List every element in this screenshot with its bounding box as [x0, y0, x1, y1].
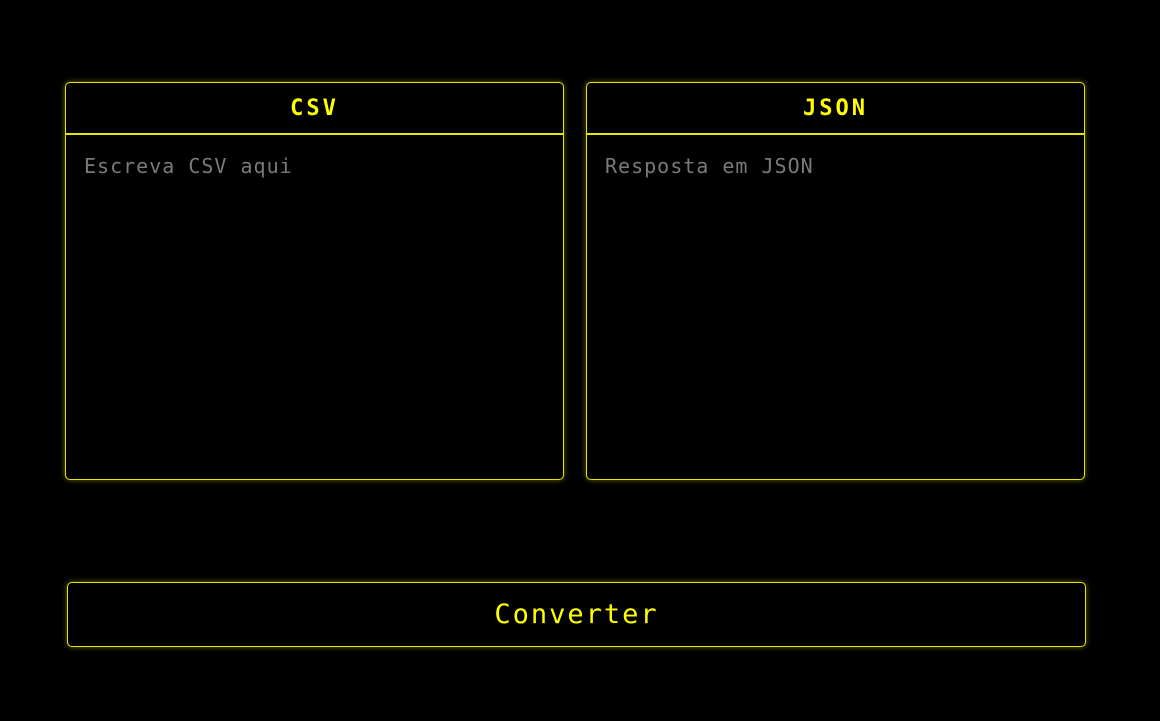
json-output[interactable]: [587, 135, 1084, 479]
csv-panel: CSV: [65, 82, 564, 480]
csv-input[interactable]: [66, 135, 563, 479]
json-panel: JSON: [586, 82, 1085, 480]
json-panel-title: JSON: [587, 83, 1084, 135]
convert-button[interactable]: Converter: [67, 582, 1086, 647]
csv-panel-title: CSV: [66, 83, 563, 135]
